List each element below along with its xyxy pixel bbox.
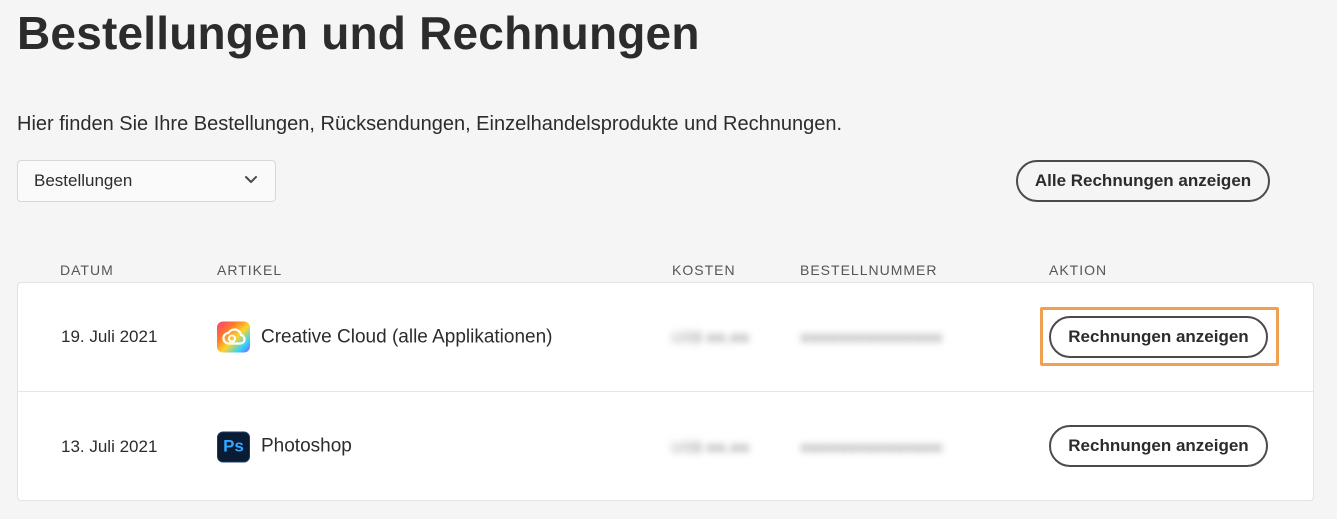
order-item-name: Photoshop	[261, 435, 352, 457]
column-header-item: ARTIKEL	[217, 262, 283, 278]
table-row: 13. Juli 2021 Ps Photoshop US$ ●●,●● ●●●…	[18, 392, 1313, 501]
order-number: ●●●●●●●●●●●●●●●	[801, 329, 943, 345]
view-invoices-button[interactable]: Rechnungen anzeigen	[1049, 316, 1268, 358]
photoshop-icon: Ps	[217, 431, 250, 462]
column-header-date: DATUM	[60, 262, 114, 278]
order-item: Ps Photoshop	[217, 431, 352, 462]
order-date: 13. Juli 2021	[61, 436, 158, 456]
order-type-dropdown[interactable]: Bestellungen	[17, 160, 276, 202]
column-header-cost: KOSTEN	[672, 262, 736, 278]
column-header-action: AKTION	[1049, 262, 1108, 278]
view-invoices-button[interactable]: Rechnungen anzeigen	[1049, 425, 1268, 467]
view-all-invoices-button[interactable]: Alle Rechnungen anzeigen	[1016, 160, 1270, 202]
dropdown-selected-value: Bestellungen	[34, 171, 133, 190]
order-cost: US$ ●●,●●	[672, 438, 750, 455]
chevron-down-icon	[243, 171, 259, 192]
page-intro: Hier finden Sie Ihre Bestellungen, Rücks…	[17, 113, 843, 135]
page-title: Bestellungen und Rechnungen	[17, 7, 700, 59]
order-number: ●●●●●●●●●●●●●●●	[801, 438, 943, 455]
creative-cloud-icon	[217, 321, 250, 353]
order-item-name: Creative Cloud (alle Applikationen)	[261, 326, 553, 347]
order-date: 19. Juli 2021	[61, 327, 158, 346]
order-cost: US$ ●●,●●	[672, 329, 750, 345]
order-item: Creative Cloud (alle Applikationen)	[217, 321, 553, 353]
table-row: 19. Juli 2021 Creative Cloud (alle Appli…	[18, 283, 1313, 392]
column-header-order-number: BESTELLNUMMER	[800, 262, 938, 278]
orders-table: 19. Juli 2021 Creative Cloud (alle Appli…	[17, 282, 1314, 501]
